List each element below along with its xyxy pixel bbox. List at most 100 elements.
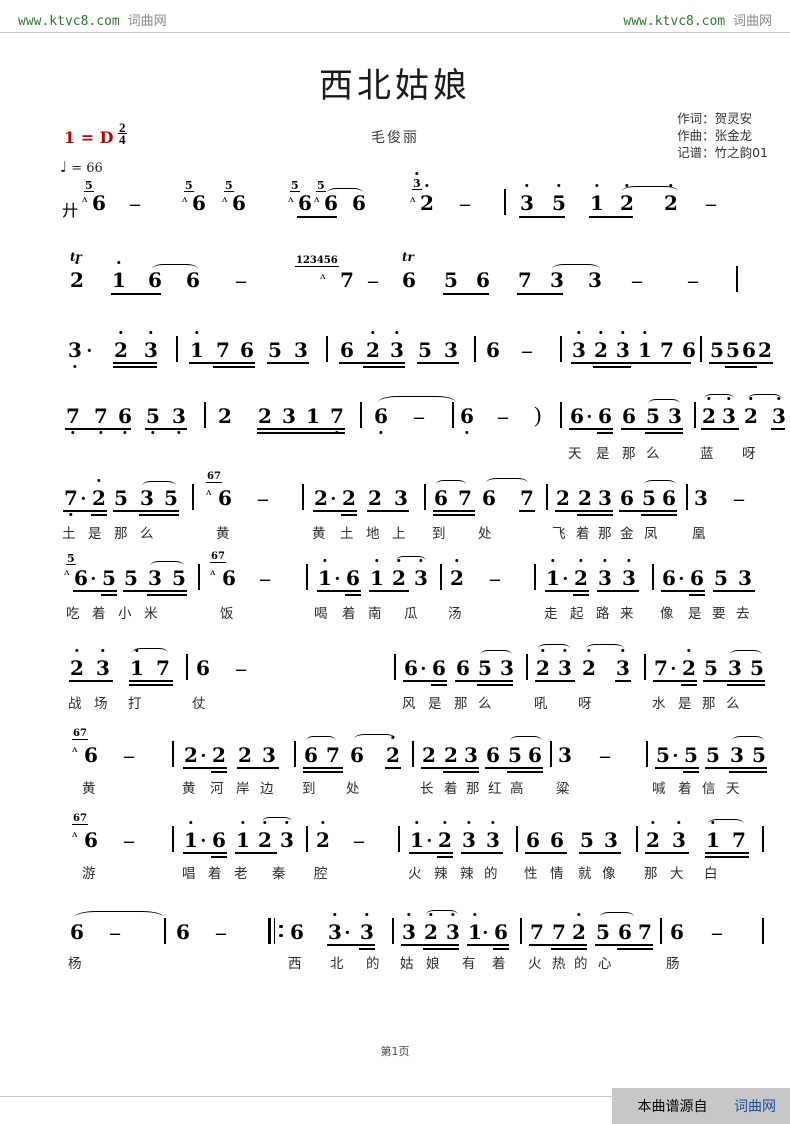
note: 6	[682, 338, 696, 362]
hold-dash: –	[600, 745, 610, 767]
note: 2	[114, 331, 128, 360]
slur	[262, 817, 292, 827]
barline	[736, 266, 738, 292]
song-title: 西北姑娘	[319, 66, 471, 106]
lyric-row: 游 唱 着 老 秦 腔 火 辣 辣 的 性 情 就 像 那 大 白	[0, 862, 790, 884]
note: 6	[340, 338, 354, 362]
barline	[164, 918, 166, 944]
beam	[683, 771, 699, 773]
note: 6	[404, 656, 418, 680]
lyric-syllable: 信	[702, 781, 716, 797]
lyric-syllable: 来	[620, 606, 634, 622]
barline	[192, 484, 194, 510]
lyric-syllable: 高	[510, 781, 524, 797]
note: 6	[74, 566, 88, 590]
note: 6	[212, 828, 226, 852]
note-row: 67 ʌ 6 – 2 · 2 2 3 6 7 6 2 2 2 3 6 5 6 3…	[0, 729, 790, 779]
barline	[204, 402, 206, 428]
beam	[573, 594, 589, 596]
note: 2	[438, 821, 452, 850]
beam	[705, 852, 749, 854]
note: 2	[578, 486, 592, 510]
lyric-syllable: 饭	[220, 606, 234, 622]
barline	[198, 564, 200, 590]
beam	[595, 944, 653, 946]
beam	[257, 428, 345, 430]
lyric-syllable: 杨	[68, 956, 82, 972]
sheet-music-page: www.ktvc8.com 词曲网 www.ktvc8.com 词曲网 西北姑娘…	[0, 0, 790, 1124]
note: 3	[616, 649, 630, 678]
hold-dash: –	[124, 745, 134, 767]
beam	[519, 510, 535, 512]
slur	[150, 561, 184, 571]
lyric-syllable: 娘	[426, 956, 440, 972]
lyric-syllable: 黄	[312, 526, 326, 542]
augmentation-dot: ·	[420, 658, 427, 680]
barline	[398, 826, 400, 852]
trill-icon: tr	[402, 250, 414, 264]
lyric-syllable: 有	[462, 956, 476, 972]
watermark-right: www.ktvc8.com 词曲网	[623, 10, 772, 29]
beam	[183, 852, 227, 854]
beam	[211, 771, 227, 773]
note: 6	[176, 920, 190, 944]
note: 7	[660, 338, 674, 362]
credits-block: 作词：贺灵安 作曲：张金龙 记谱：竹之韵01	[677, 110, 768, 161]
beam	[467, 944, 509, 946]
beam	[701, 428, 739, 430]
note: 1	[410, 821, 424, 850]
lyric-syllable: 南	[368, 606, 382, 622]
beam	[615, 680, 631, 682]
note: 5	[596, 920, 610, 944]
note: 3	[282, 404, 296, 428]
note: 3	[68, 340, 82, 368]
lyric-syllable: 场	[94, 696, 108, 712]
page-number: 第1页	[380, 1045, 410, 1058]
barline	[302, 484, 304, 510]
lyric-syllable: 着	[492, 956, 506, 972]
note: 2	[386, 736, 400, 765]
note: 3	[728, 656, 742, 680]
note: 3	[500, 656, 514, 680]
watermark-right-site: 词曲网	[732, 14, 772, 29]
lyric-syllable: 吼	[534, 696, 548, 712]
source-site-link[interactable]: 词曲网	[734, 1099, 776, 1115]
note: 6	[690, 566, 704, 590]
lyric-syllable: 就	[578, 866, 592, 882]
note: 7	[552, 920, 566, 944]
beam	[713, 590, 755, 592]
beam	[619, 510, 677, 512]
beam	[703, 680, 765, 682]
beam	[339, 362, 405, 364]
note: 7	[458, 486, 472, 510]
note: 2	[70, 649, 84, 678]
slur	[644, 480, 676, 490]
beam	[597, 432, 613, 434]
note: 2	[556, 486, 570, 510]
note: 3	[694, 486, 708, 510]
lyric-syllable: 河	[210, 781, 224, 797]
tempo-marking: ♩ = 66	[60, 158, 103, 176]
note: 6	[402, 268, 416, 292]
lyric-syllable: 汤	[448, 606, 462, 622]
watermark-left-site: 词曲网	[127, 14, 167, 29]
lyric-syllable: 小	[118, 606, 132, 622]
note: 5	[752, 743, 766, 767]
note: 6	[622, 404, 636, 428]
beam	[363, 366, 405, 368]
hold-dash: –	[522, 340, 532, 362]
beam	[113, 362, 157, 364]
beam	[313, 510, 357, 512]
note: 5	[114, 486, 128, 510]
lyric-syllable: 路	[596, 606, 610, 622]
beam	[211, 856, 227, 858]
beam	[101, 594, 117, 596]
watermark-right-url: www.ktvc8.com	[623, 14, 726, 29]
beam	[147, 594, 187, 596]
beam	[589, 216, 633, 218]
lyric-syllable: 那	[454, 696, 468, 712]
note: 2	[212, 743, 226, 767]
lyric-syllable: 处	[478, 526, 492, 542]
lyric-syllable: 喝	[314, 606, 328, 622]
lyric-syllable: 么	[478, 696, 492, 712]
